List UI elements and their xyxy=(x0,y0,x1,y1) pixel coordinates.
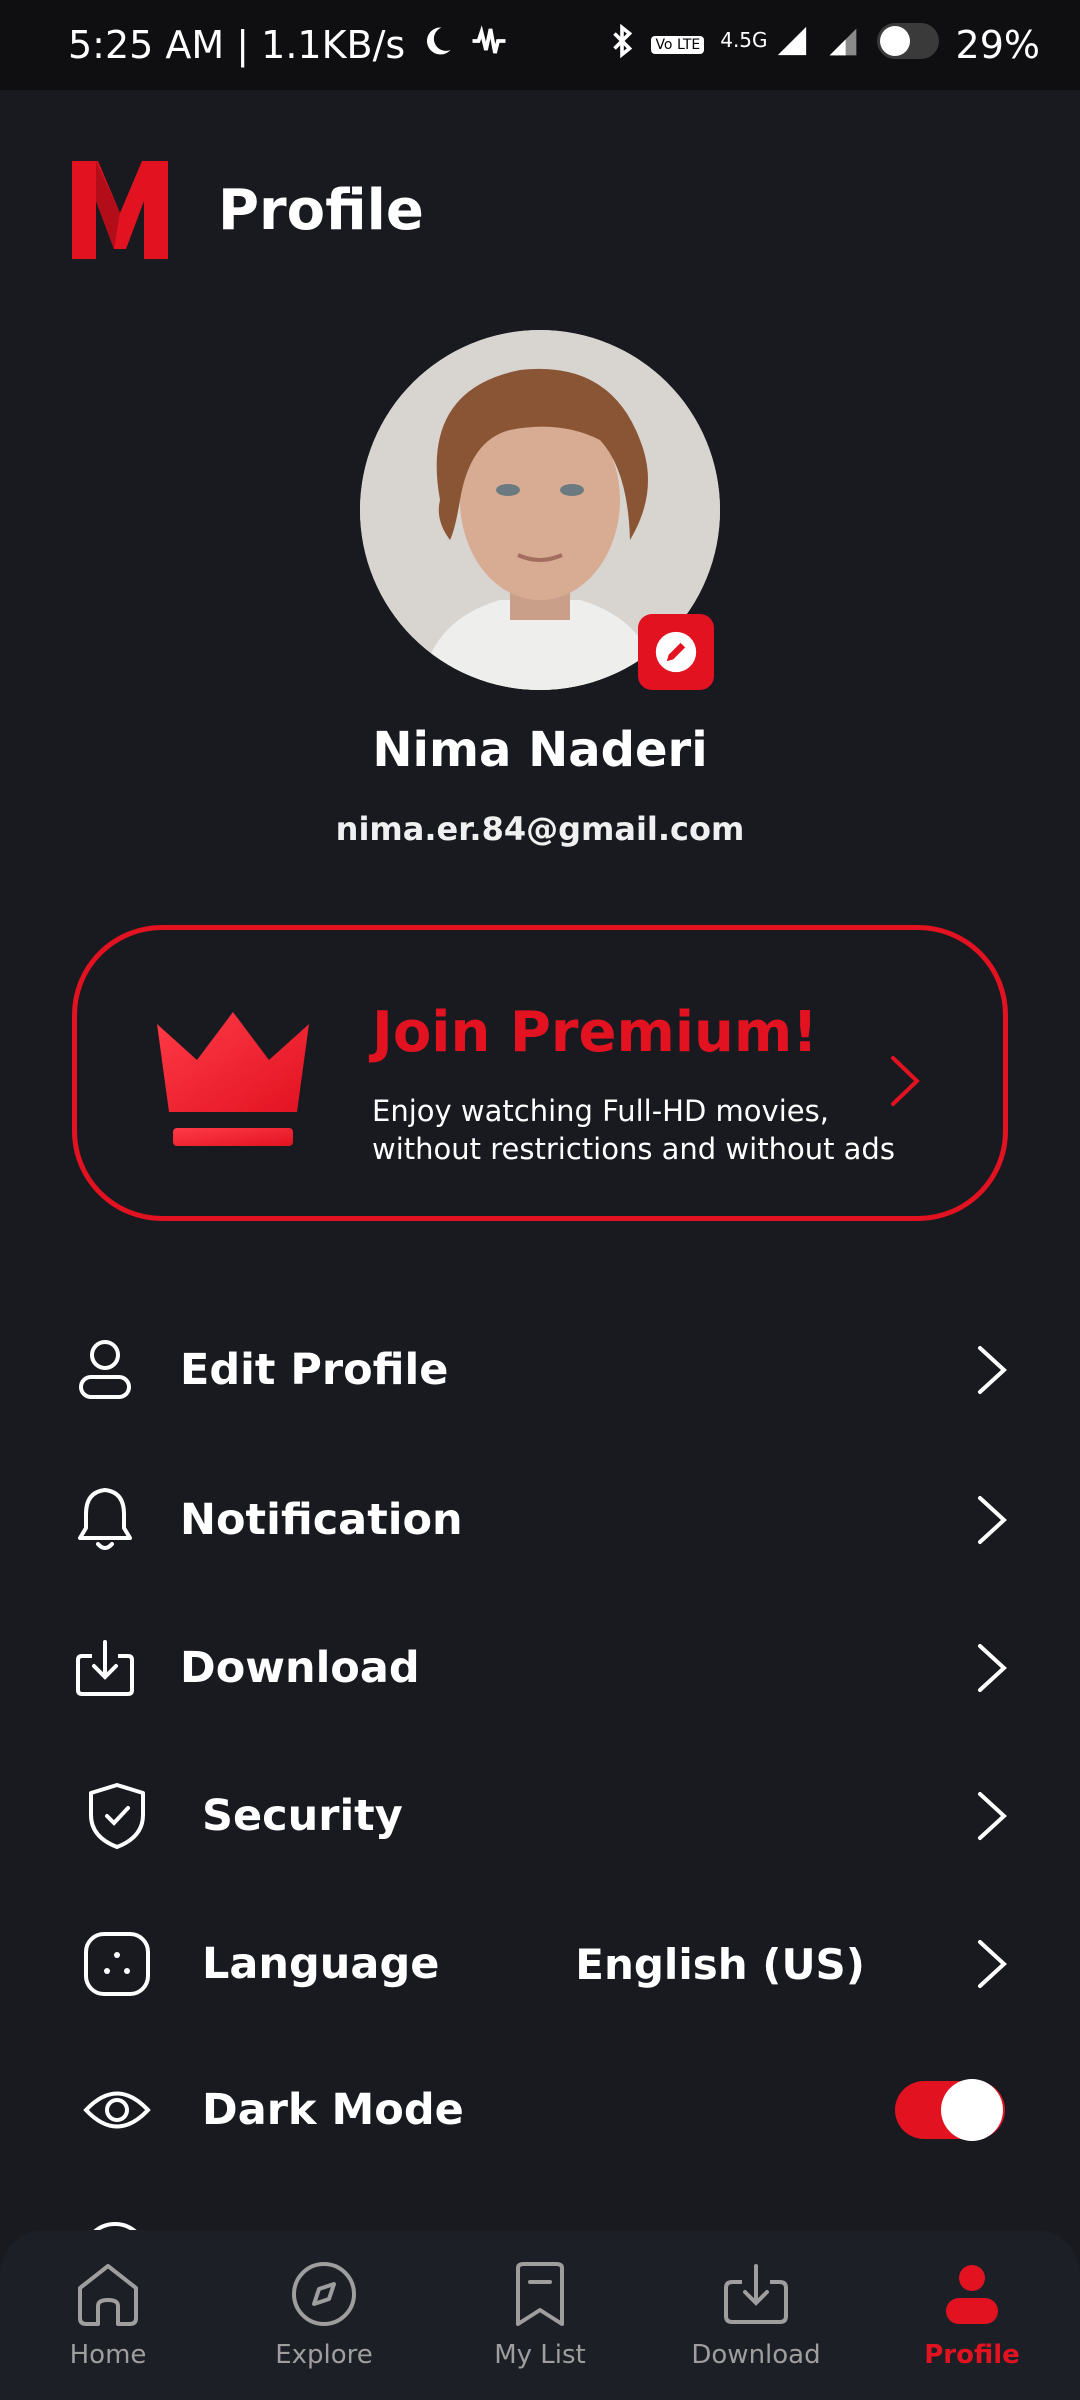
nav-label-profile: Profile xyxy=(924,2340,1020,2370)
download-icon xyxy=(70,1633,140,1703)
premium-description: Enjoy watching Full-HD movies, without r… xyxy=(372,1092,912,1168)
bluetooth-icon xyxy=(609,23,635,68)
nav-profile[interactable]: Profile xyxy=(882,2230,1062,2370)
user-icon xyxy=(70,1335,140,1405)
menu-language[interactable]: Language English (US) xyxy=(70,1914,1010,2014)
menu-label-download: Download xyxy=(180,1643,420,1693)
nav-download[interactable]: Download xyxy=(666,2230,846,2370)
user-filled-icon xyxy=(946,2265,998,2324)
pencil-icon xyxy=(655,631,697,673)
network-type: 4.5G xyxy=(720,27,768,52)
menu-dark-mode: Dark Mode xyxy=(70,2060,1010,2160)
language-icon xyxy=(82,1929,152,1999)
activity-wave-icon xyxy=(469,23,509,68)
menu-label-dark-mode: Dark Mode xyxy=(202,2085,464,2135)
nav-my-list[interactable]: My List xyxy=(450,2230,630,2370)
compass-icon xyxy=(292,2262,356,2326)
premium-title: Join Premium! xyxy=(372,1000,818,1065)
chevron-right-icon xyxy=(978,1346,1007,1394)
chevron-right-icon xyxy=(978,1940,1007,1988)
battery-toggle-icon xyxy=(876,22,940,69)
chevron-right-icon xyxy=(891,1056,920,1106)
status-time: 5:25 AM | 1.1KB/s xyxy=(68,23,406,67)
menu-edit-profile[interactable]: Edit Profile xyxy=(70,1320,1010,1420)
chevron-right-icon xyxy=(978,1496,1007,1544)
moon-icon xyxy=(419,23,455,68)
menu-security[interactable]: Security xyxy=(70,1766,1010,1866)
battery-level: 29% xyxy=(955,23,1040,67)
nav-explore[interactable]: Explore xyxy=(234,2230,414,2370)
signal-icon xyxy=(774,23,810,67)
bookmark-icon xyxy=(516,2262,564,2326)
menu-label-notification: Notification xyxy=(180,1495,463,1545)
crown-icon xyxy=(157,1012,309,1146)
nav-label-download: Download xyxy=(691,2340,821,2370)
user-email: nima.er.84@gmail.com xyxy=(335,810,745,848)
nav-label-explore: Explore xyxy=(275,2340,373,2370)
menu-download[interactable]: Download xyxy=(70,1618,1010,1718)
page-title: Profile xyxy=(218,177,424,243)
shield-icon xyxy=(82,1781,152,1851)
bell-icon xyxy=(70,1485,140,1555)
user-name: Nima Naderi xyxy=(372,722,708,778)
menu-label-language: Language xyxy=(202,1939,440,1989)
language-value: English (US) xyxy=(575,1939,865,1989)
join-premium-card[interactable]: Join Premium! Enjoy watching Full-HD mov… xyxy=(72,925,1008,1221)
menu-label-security: Security xyxy=(202,1791,403,1841)
signal-icon-2 xyxy=(826,23,860,67)
premium-description-line1: Enjoy watching Full-HD movies, xyxy=(372,1094,829,1128)
download-icon xyxy=(724,2264,788,2324)
premium-description-line2: without restrictions and without ads xyxy=(372,1132,895,1166)
nav-home[interactable]: Home xyxy=(18,2230,198,2370)
status-bar: 5:25 AM | 1.1KB/s Vo LTE 4.5G 29% xyxy=(0,0,1080,90)
chevron-right-icon xyxy=(978,1792,1007,1840)
app-logo xyxy=(72,161,168,259)
home-icon xyxy=(78,2264,138,2326)
dark-mode-toggle[interactable] xyxy=(895,2079,1005,2141)
nav-label-home: Home xyxy=(69,2340,147,2370)
avatar-container xyxy=(360,330,720,690)
volte-icon: Vo LTE xyxy=(651,36,705,54)
bottom-navigation: Home Explore My List Download Profile xyxy=(0,2230,1080,2400)
header: Profile xyxy=(72,160,424,260)
toggle-knob xyxy=(941,2079,1003,2141)
nav-label-my-list: My List xyxy=(494,2340,586,2370)
chevron-right-icon xyxy=(978,1644,1007,1692)
menu-notification[interactable]: Notification xyxy=(70,1470,1010,1570)
eye-icon xyxy=(82,2075,152,2145)
menu-label-edit-profile: Edit Profile xyxy=(180,1345,449,1395)
edit-avatar-button[interactable] xyxy=(638,614,714,690)
